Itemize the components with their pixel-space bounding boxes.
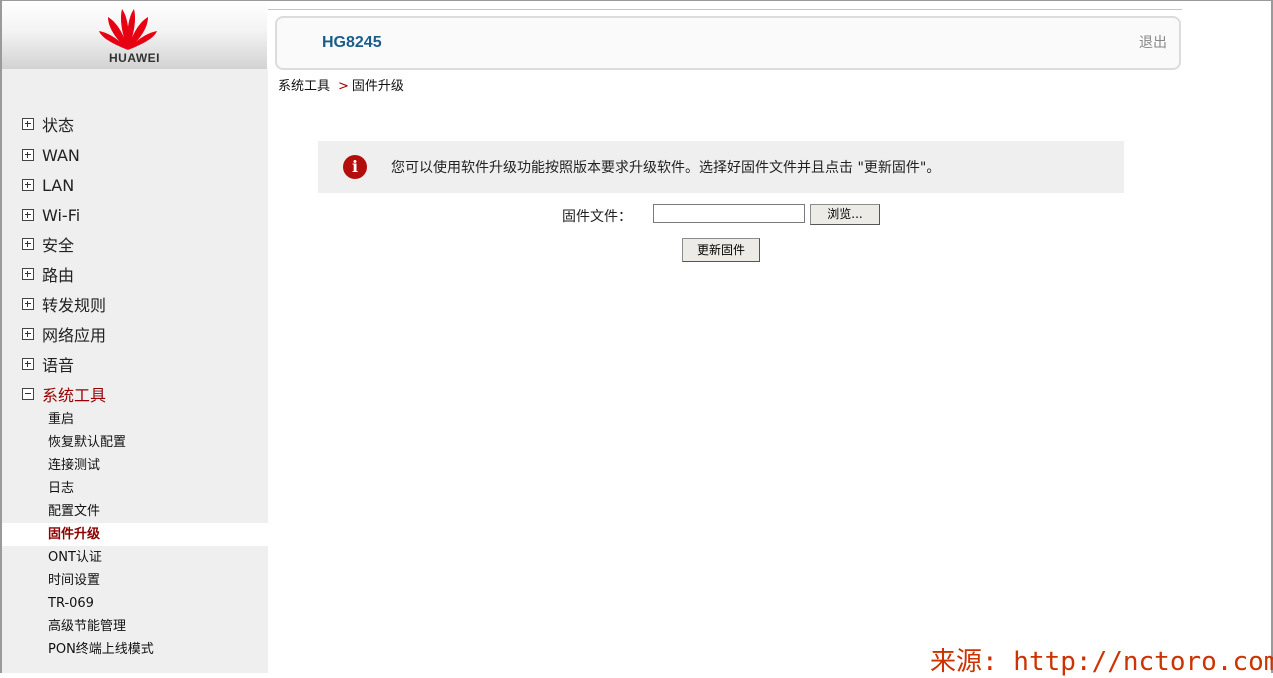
subnav-item-ont-auth[interactable]: ONT认证 [2,546,268,569]
huawei-logo-icon [99,9,157,50]
subnav-item-label: 恢复默认配置 [48,435,127,450]
subnav-item-connection-test[interactable]: 连接测试 [2,454,268,477]
header-divider [268,9,1182,10]
subnav-item-label: 连接测试 [48,458,101,473]
sidebar: 状态 WAN LAN Wi-Fi 安全 路由 转发规则 网络应用 语音 系统工具… [2,69,268,673]
subnav-item-factory-reset[interactable]: 恢复默认配置 [2,431,268,454]
logo-area: HUAWEI [2,1,267,69]
expand-icon [22,209,34,221]
nav-item-wifi[interactable]: Wi-Fi [22,204,80,226]
subnav-item-tr069[interactable]: TR-069 [2,592,268,615]
expand-icon [22,238,34,250]
subnav-item-reboot[interactable]: 重启 [2,408,268,431]
subnav-item-label: PON终端上线模式 [48,642,154,657]
subnav-item-log[interactable]: 日志 [2,477,268,500]
subnav-item-firmware-upgrade[interactable]: 固件升级 [2,523,268,546]
subnav-item-label: 固件升级 [48,527,101,542]
subnav-item-label: ONT认证 [48,550,102,565]
nav-item-label: 网络应用 [42,326,107,345]
nav-item-lan[interactable]: LAN [22,174,74,196]
nav-item-forward-rules[interactable]: 转发规则 [22,293,106,315]
breadcrumb-parent[interactable]: 系统工具 [278,79,330,94]
breadcrumb: 系统工具 > 固件升级 [278,75,404,94]
expand-icon [22,118,34,130]
source-watermark: 来源: http://nctoro.com [930,647,1273,677]
nav-item-label: Wi-Fi [42,205,81,225]
subnav-item-label: TR-069 [48,596,94,611]
expand-icon [22,149,34,161]
nav-item-wan[interactable]: WAN [22,144,80,166]
subnav-item-power-saving[interactable]: 高级节能管理 [2,615,268,638]
nav-item-security[interactable]: 安全 [22,233,74,255]
expand-icon [22,298,34,310]
expand-icon [22,268,34,280]
nav-item-label: 状态 [42,116,75,135]
device-model: HG8245 [322,34,382,51]
huawei-logo-text: HUAWEI [109,51,160,65]
nav-item-label: 路由 [42,266,75,285]
header-panel: HG8245 退出 [275,16,1181,70]
nav-item-label: 安全 [42,236,75,255]
nav-item-label: 系统工具 [42,386,107,405]
firmware-file-label: 固件文件： [562,209,632,225]
nav-item-network-apps[interactable]: 网络应用 [22,323,106,345]
nav-item-label: WAN [42,145,80,165]
nav-item-label: LAN [42,175,75,195]
subnav-item-label: 重启 [48,412,75,427]
collapse-icon [22,388,34,400]
subnav-item-time-settings[interactable]: 时间设置 [2,569,268,592]
expand-icon [22,328,34,340]
subnav-item-label: 配置文件 [48,504,101,519]
expand-icon [22,179,34,191]
nav-item-status[interactable]: 状态 [22,113,74,135]
browse-button[interactable]: 浏览... [810,204,880,225]
subnav-item-label: 高级节能管理 [48,619,127,634]
info-icon: i [343,155,367,179]
info-text: 您可以使用软件升级功能按照版本要求升级软件。选择好固件文件并且点击 "更新固件"… [391,160,941,176]
logout-link[interactable]: 退出 [1139,32,1167,52]
nav-item-label: 转发规则 [42,296,107,315]
nav-item-system-tools[interactable]: 系统工具 [22,383,106,405]
nav-item-label: 语音 [42,356,75,375]
breadcrumb-current: 固件升级 [351,79,404,94]
expand-icon [22,358,34,370]
nav-item-voice[interactable]: 语音 [22,353,74,375]
nav-item-route[interactable]: 路由 [22,263,74,285]
info-box: i 您可以使用软件升级功能按照版本要求升级软件。选择好固件文件并且点击 "更新固… [318,141,1124,193]
breadcrumb-separator: > [338,79,349,94]
subnav-item-pon-online-mode[interactable]: PON终端上线模式 [2,638,268,661]
subnav-item-config-file[interactable]: 配置文件 [2,500,268,523]
subnav-item-label: 时间设置 [48,573,101,588]
update-firmware-button[interactable]: 更新固件 [682,238,760,262]
firmware-file-input[interactable] [653,204,805,223]
subnav-item-label: 日志 [48,481,75,496]
